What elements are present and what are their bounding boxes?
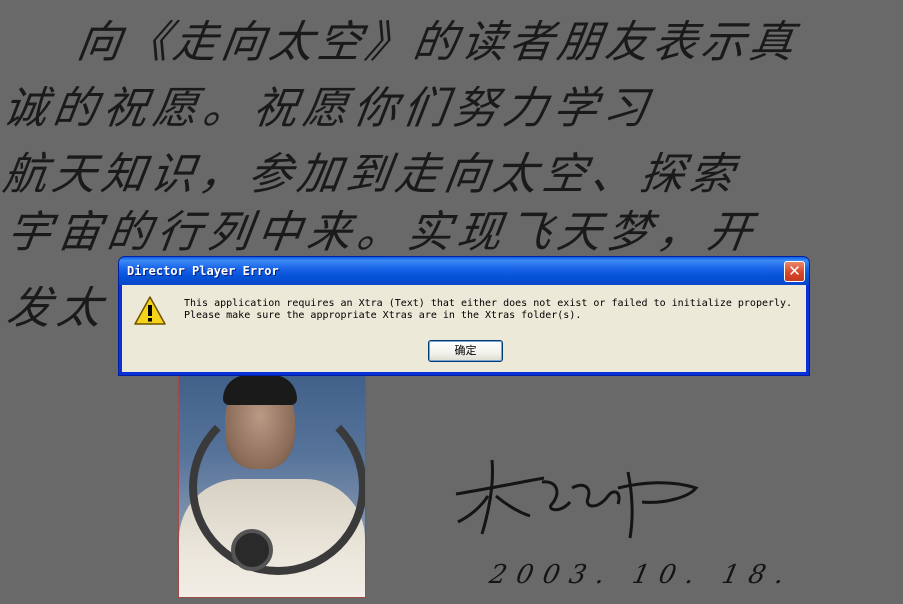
astronaut-hair (223, 375, 297, 405)
suit-connector (231, 529, 273, 571)
dialog-title: Director Player Error (127, 264, 279, 278)
dialog-titlebar[interactable]: Director Player Error ✕ (119, 257, 809, 285)
handwritten-signature (455, 459, 699, 539)
dialog-body: This application requires an Xtra (Text)… (122, 285, 806, 372)
letter-line-1: 向《走向太空》的读者朋友表示真 (73, 17, 801, 68)
letter-date: 2003. 10. 18. (486, 560, 797, 590)
warning-icon (134, 296, 166, 325)
letter-line-5: 发太 (3, 283, 111, 334)
error-message: This application requires an Xtra (Text)… (184, 298, 793, 321)
letter-line-4: 宇宙的行列中来。实现飞天梦，开 (3, 207, 761, 258)
close-button[interactable]: ✕ (784, 261, 805, 282)
letter-line-2: 诚的祝愿。祝愿你们努力学习 (0, 83, 657, 134)
close-icon: ✕ (788, 262, 801, 280)
ok-button[interactable]: 确定 (428, 340, 503, 362)
error-dialog: Director Player Error ✕ This application… (118, 256, 810, 376)
letter-line-3: 航天知识，参加到走向太空、探索 (0, 149, 742, 200)
astronaut-photo (178, 358, 366, 598)
